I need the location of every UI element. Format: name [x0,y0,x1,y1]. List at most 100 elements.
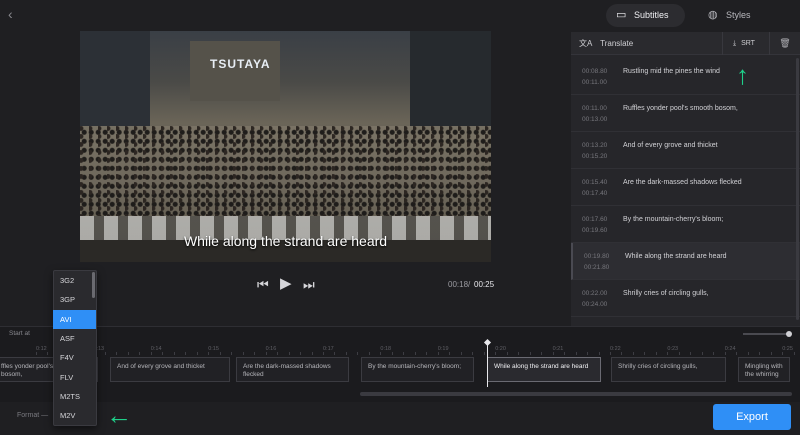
ruler-tick-label: 0:12 [36,346,47,352]
subtitle-start-time[interactable]: 00:17.60 [582,216,607,223]
subtitle-text[interactable]: Ruffles yonder pool's smooth bosom, [623,105,738,112]
format-option[interactable]: 3GP [53,290,96,309]
ruler-tick [139,352,141,355]
ruler-tick [162,352,164,355]
subtitles-icon: ▭ [616,9,627,21]
ruler-tick [127,352,129,355]
subtitle-text[interactable]: Rustling mid the pines the wind [623,68,720,75]
ruler-tick [782,352,784,355]
subtitle-text[interactable]: Are the dark-massed shadows flecked [623,179,742,186]
subtitle-text[interactable]: While along the strand are heard [625,253,727,260]
timeline-clip[interactable]: While along the strand are heard [487,357,601,382]
ruler-tick [644,352,646,355]
subtitle-end-time[interactable]: 00:24.00 [582,301,607,308]
subtitle-list-scrollbar[interactable] [796,58,799,320]
timeline-clip[interactable]: Shrilly cries of circling gulls, [611,357,726,382]
translate-icon: 文A [579,39,592,48]
format-option[interactable]: ASF [53,329,96,348]
subtitle-row[interactable]: 00:22.00 00:24.00 Shrilly cries of circlin… [571,280,800,317]
ruler-tick [529,352,531,355]
subtitle-text[interactable]: By the mountain-cherry's bloom; [623,216,723,223]
ruler-tick [449,352,451,355]
ruler-tick [300,352,302,355]
ruler-tick [713,352,715,355]
timeline-clip[interactable]: And of every grove and thicket [110,357,230,382]
tab-subtitles[interactable]: ▭ Subtitles [606,4,685,27]
skip-back-icon[interactable]: ⏮ [257,278,269,292]
ruler-tick [254,352,256,355]
annotation-arrow-left-icon: ← [106,400,132,430]
ruler-tick [173,352,175,355]
subtitle-end-time[interactable]: 00:13.00 [582,116,607,123]
ruler-tick-label: 0:25 [782,346,793,352]
subtitle-row[interactable]: 00:17.60 00:19.60 By the mountain-cherry's… [571,206,800,243]
subtitle-end-time[interactable]: 00:15.20 [582,153,607,160]
ruler-tick [426,352,428,355]
ruler-tick [36,352,37,355]
ruler-tick [185,352,187,355]
format-label: Format — [17,412,49,419]
ruler-tick-label: 0:20 [495,346,506,352]
subtitle-end-time[interactable]: 00:17.40 [582,190,607,197]
timeline-clip[interactable]: Are the dark-massed shadows flecked [236,357,349,382]
subtitle-overlay: While along the strand are heard [183,233,388,249]
format-option[interactable]: 3G2 [53,271,96,290]
subtitle-row[interactable]: 00:13.20 00:15.20 And of every grove and t… [571,132,800,169]
ruler-tick [793,352,795,355]
ruler-tick-label: 0:24 [724,346,736,352]
timeline-scrollbar[interactable] [360,392,792,396]
subtitle-row[interactable]: 00:11.00 00:13.00 Ruffles yonder pool's sm… [571,95,800,132]
zoom-slider-handle[interactable] [786,331,792,337]
zoom-slider[interactable] [743,333,789,335]
ruler-tick-label: 0:17 [323,346,334,352]
format-dropdown-scrollbar[interactable] [92,272,95,298]
ruler-tick [472,352,474,355]
ruler-tick [495,352,497,355]
timeline-clip[interactable]: By the mountain-cherry's bloom; [361,357,474,382]
playhead[interactable] [487,342,488,387]
subtitle-start-time[interactable]: 00:13.20 [582,142,607,149]
ruler-tick [759,352,761,355]
translate-label: Translate [600,39,634,48]
ruler-tick [678,352,680,355]
skip-forward-icon[interactable]: ⏭ [303,278,315,292]
annotation-arrow-up-icon: ↑ [736,60,749,90]
palette-icon: ◍ [708,9,718,21]
tab-subtitles-label: Subtitles [634,10,669,20]
format-option[interactable]: FLV [53,368,96,387]
trash-icon[interactable]: 🗑 [769,32,800,55]
subtitle-row[interactable]: 00:19.80 00:21.80 While along the strand a… [571,243,800,280]
tab-styles[interactable]: ◍ Styles [698,4,758,27]
translate-button[interactable]: 文A Translate [579,32,633,55]
ruler-tick [47,352,49,355]
subtitle-start-time[interactable]: 00:19.80 [584,253,609,260]
format-option[interactable]: F4V [53,348,96,367]
subtitle-start-time[interactable]: 00:22.00 [582,290,607,297]
ruler-tick-label: 0:19 [437,346,449,352]
subtitle-end-time[interactable]: 00:19.60 [582,227,607,234]
subtitle-end-time[interactable]: 00:11.00 [582,79,607,86]
subtitle-end-time[interactable]: 00:21.80 [584,264,609,271]
back-icon[interactable]: ‹ [8,6,24,22]
ruler-tick [242,352,244,355]
ruler-tick [345,352,347,355]
subtitle-row[interactable]: 00:08.80 00:11.00 Rustling mid the pines t… [571,58,800,95]
subtitle-start-time[interactable]: 00:08.80 [582,68,607,75]
subtitle-start-time[interactable]: 00:11.00 [582,105,607,112]
subtitle-text[interactable]: And of every grove and thicket [623,142,718,149]
subtitle-row[interactable]: 00:15.40 00:17.40 Are the dark-massed shad… [571,169,800,206]
download-srt-button[interactable]: ⤓ SRT [722,32,769,55]
subtitle-text[interactable]: Shrilly cries of circling gulls, [623,290,709,297]
format-option[interactable]: M2TS [53,387,96,406]
format-option[interactable]: M2V [53,406,96,425]
ruler-tick [736,352,738,355]
ruler-tick [667,352,669,355]
ruler-tick [196,352,198,355]
download-icon: ⤓ [733,40,737,47]
timeline-clip[interactable]: Mingling with the whirring [738,357,790,382]
ruler-tick-label: 0:15 [208,346,219,352]
play-icon[interactable]: ▶ [280,276,292,291]
format-option[interactable]: AVI [53,309,96,329]
subtitle-start-time[interactable]: 00:15.40 [582,179,607,186]
export-button[interactable]: Export [713,404,791,430]
